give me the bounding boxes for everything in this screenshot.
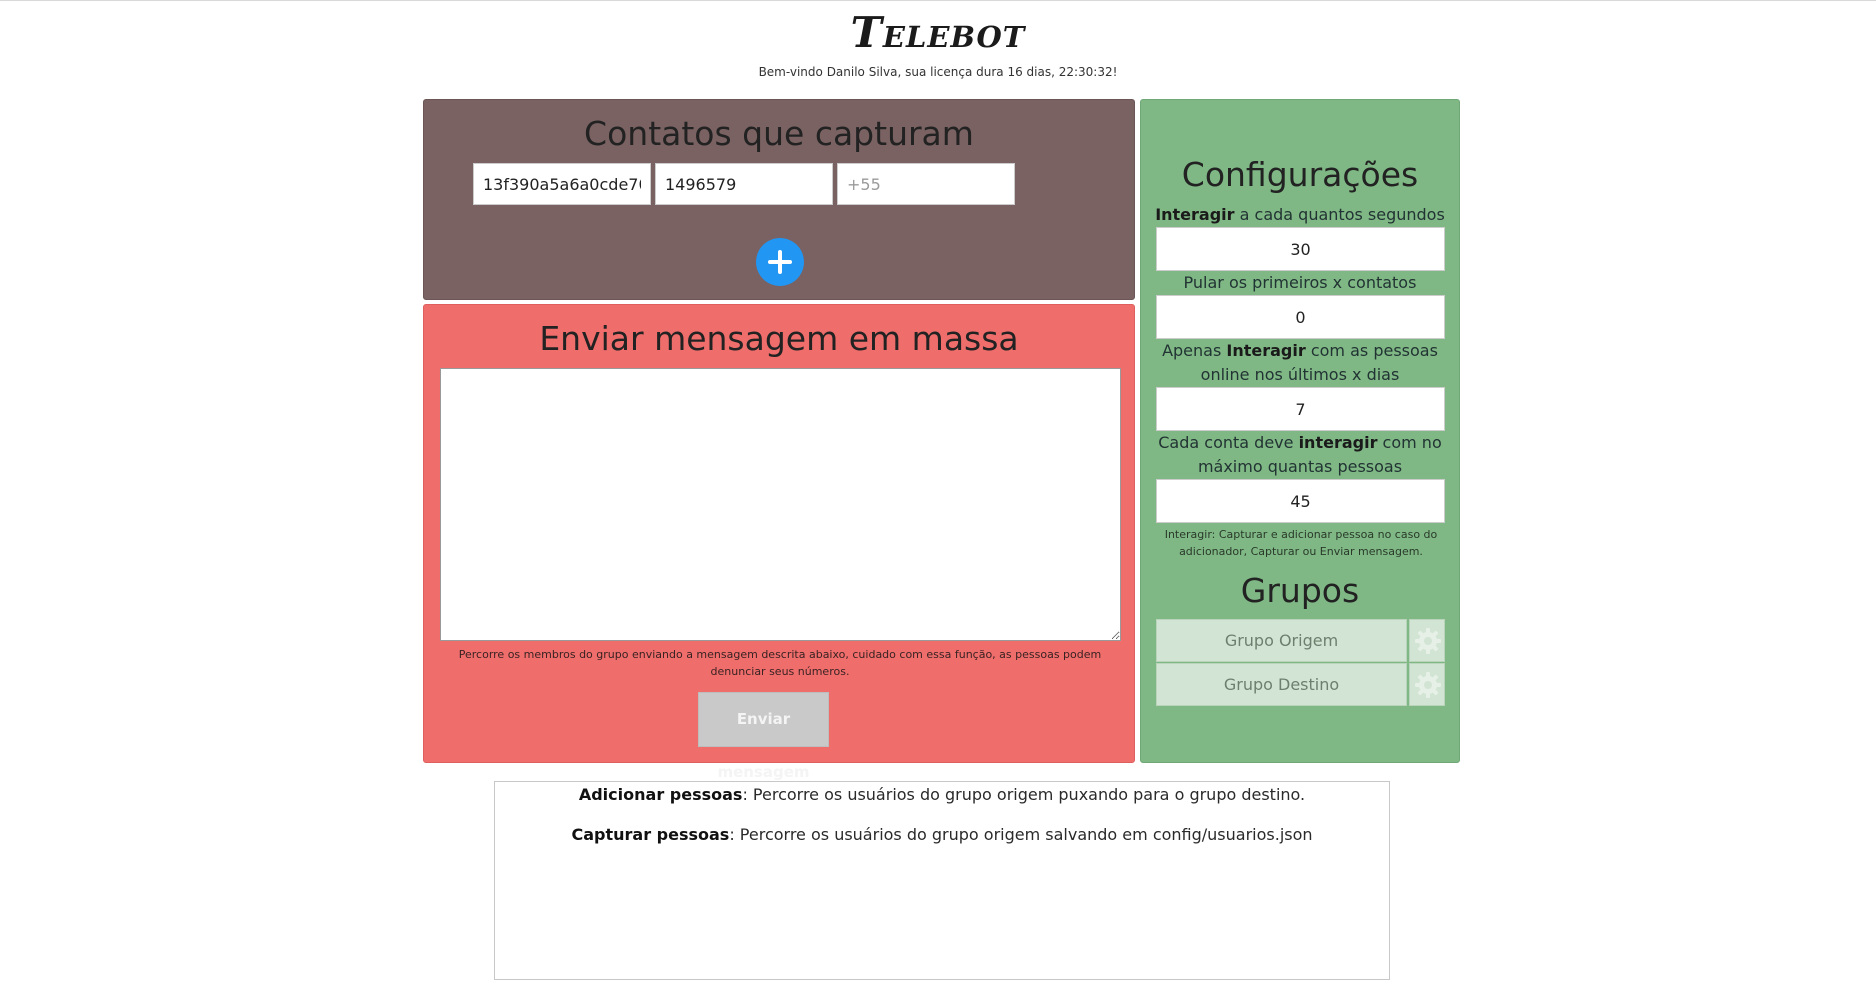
- skip-label: Pular os primeiros x contatos: [1183, 273, 1417, 292]
- send-message-button[interactable]: Enviar mensagem: [698, 692, 829, 781]
- mass-message-note: Percorre os membros do grupo enviando a …: [458, 648, 1102, 678]
- add-contact-button[interactable]: [756, 238, 804, 286]
- app-title: Telebot: [850, 8, 1026, 57]
- interact-note: Interagir: Capturar e adicionar pessoa n…: [1164, 528, 1438, 558]
- config-title: Configurações: [1181, 155, 1419, 194]
- max-per-account-label: Cada conta deve interagir com no máximo …: [1158, 433, 1442, 476]
- destination-group-settings-button[interactable]: [1409, 663, 1445, 706]
- skip-input[interactable]: [1156, 295, 1445, 339]
- interval-label: Interagir a cada quantos segundos: [1155, 205, 1445, 224]
- gear-icon: [1415, 628, 1441, 654]
- info-add-people: Adicionar pessoas: Percorre os usuários …: [578, 785, 1306, 804]
- destination-group-button[interactable]: Grupo Destino: [1156, 663, 1407, 706]
- max-per-account-input[interactable]: [1156, 479, 1445, 523]
- info-capture-people: Capturar pessoas: Percorre os usuários d…: [571, 825, 1313, 844]
- api-hash-input[interactable]: [473, 163, 651, 205]
- info-box: Adicionar pessoas: Percorre os usuários …: [494, 781, 1390, 980]
- top-border: [0, 0, 1876, 1]
- origin-group-settings-button[interactable]: [1409, 619, 1445, 662]
- mass-message-panel: Enviar mensagem em massa Percorre os mem…: [423, 304, 1135, 781]
- origin-group-button[interactable]: Grupo Origem: [1156, 619, 1407, 662]
- gear-icon: [1415, 672, 1441, 698]
- mass-message-textarea[interactable]: [440, 368, 1121, 641]
- api-id-input[interactable]: [655, 163, 833, 205]
- contacts-panel: Contatos que capturam: [423, 99, 1135, 300]
- mass-message-title: Enviar mensagem em massa: [539, 319, 1019, 358]
- contacts-title: Contatos que capturam: [584, 114, 974, 153]
- online-days-label: Apenas Interagir com as pessoas online n…: [1162, 341, 1438, 384]
- online-days-input[interactable]: [1156, 387, 1445, 431]
- config-panel: Configurações Interagir a cada quantos s…: [1140, 99, 1460, 763]
- interval-input[interactable]: [1156, 227, 1445, 271]
- license-status: Bem-vindo Danilo Silva, sua licença dura…: [758, 65, 1118, 79]
- phone-input[interactable]: [837, 163, 1015, 205]
- groups-title: Grupos: [1240, 571, 1360, 610]
